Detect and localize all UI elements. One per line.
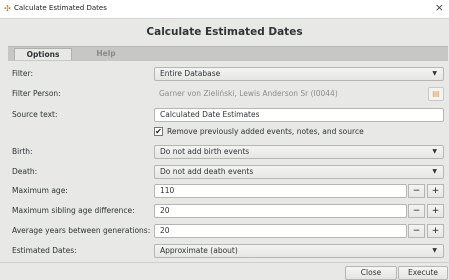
birth-label: Birth: <box>12 147 33 156</box>
estimated-dates-combo[interactable]: Approximate (about) ▼ <box>154 244 444 258</box>
filter-combo[interactable]: Entire Database ▼ <box>154 67 444 81</box>
avg-years-label: Average years between generations: <box>12 226 151 235</box>
close-icon[interactable]: × <box>435 1 444 14</box>
avg-years-value: 20 <box>160 226 170 235</box>
source-text-label: Source text: <box>12 110 58 119</box>
source-text-input[interactable]: Calculated Date Estimates <box>154 108 444 122</box>
remove-previous-checkbox[interactable]: ✔ <box>154 127 163 136</box>
tab-help[interactable]: Help <box>82 48 130 60</box>
chevron-down-icon: ▼ <box>432 148 437 155</box>
filter-person-value: Garner von Zieliński, Lewis Anderson Sr … <box>159 89 338 98</box>
gramps-icon: ✣ <box>4 4 11 13</box>
chevron-down-icon: ▼ <box>432 247 437 254</box>
max-sibling-row: Maximum sibling age difference: 20 − + <box>0 204 449 218</box>
avg-years-input[interactable]: 20 <box>154 224 407 238</box>
filter-person-row: Filter Person: Garner von Zieliński, Lew… <box>0 87 449 101</box>
estimated-dates-row: Estimated Dates: Approximate (about) ▼ <box>0 244 449 258</box>
death-value: Do not add death events <box>160 167 254 176</box>
window-titlebar: ✣ Calculate Estimated Dates × <box>0 0 449 19</box>
max-sibling-decrement-button[interactable]: − <box>408 204 425 218</box>
estimated-dates-value: Approximate (about) <box>160 246 238 255</box>
max-age-increment-button[interactable]: + <box>427 184 444 198</box>
filter-value: Entire Database <box>160 69 221 78</box>
footer-divider <box>0 262 449 263</box>
max-sibling-increment-button[interactable]: + <box>427 204 444 218</box>
close-button[interactable]: Close <box>345 266 397 280</box>
person-select-icon: ▤ <box>432 89 440 98</box>
birth-value: Do not add birth events <box>160 147 250 156</box>
max-sibling-input[interactable]: 20 <box>154 204 407 218</box>
birth-row: Birth: Do not add birth events ▼ <box>0 145 449 159</box>
avg-years-row: Average years between generations: 20 − … <box>0 224 449 238</box>
chevron-down-icon: ▼ <box>432 168 437 175</box>
max-age-input[interactable]: 110 <box>154 184 407 198</box>
max-age-label: Maximum age: <box>12 186 68 195</box>
max-sibling-label: Maximum sibling age difference: <box>12 206 135 215</box>
tab-strip: Options Help <box>8 46 448 61</box>
source-text-row: Source text: Calculated Date Estimates <box>0 108 449 122</box>
chevron-down-icon: ▼ <box>432 70 437 77</box>
execute-button[interactable]: Execute <box>398 266 448 280</box>
estimated-dates-label: Estimated Dates: <box>12 246 77 255</box>
avg-years-decrement-button[interactable]: − <box>408 224 425 238</box>
birth-combo[interactable]: Do not add birth events ▼ <box>154 145 444 159</box>
avg-years-increment-button[interactable]: + <box>427 224 444 238</box>
person-select-button[interactable]: ▤ <box>428 87 444 101</box>
filter-row: Filter: Entire Database ▼ <box>0 67 449 81</box>
max-age-row: Maximum age: 110 − + <box>0 184 449 198</box>
tab-options[interactable]: Options <box>14 48 72 60</box>
death-label: Death: <box>12 167 38 176</box>
window-title: Calculate Estimated Dates <box>14 4 107 12</box>
death-combo[interactable]: Do not add death events ▼ <box>154 165 444 179</box>
source-text-value: Calculated Date Estimates <box>160 110 260 119</box>
max-age-decrement-button[interactable]: − <box>408 184 425 198</box>
death-row: Death: Do not add death events ▼ <box>0 165 449 179</box>
filter-person-label: Filter Person: <box>12 89 61 98</box>
filter-label: Filter: <box>12 69 33 78</box>
max-sibling-value: 20 <box>160 206 170 215</box>
remove-previous-label: Remove previously added events, notes, a… <box>167 127 364 136</box>
dialog-heading: Calculate Estimated Dates <box>146 26 303 38</box>
max-age-value: 110 <box>160 186 175 195</box>
